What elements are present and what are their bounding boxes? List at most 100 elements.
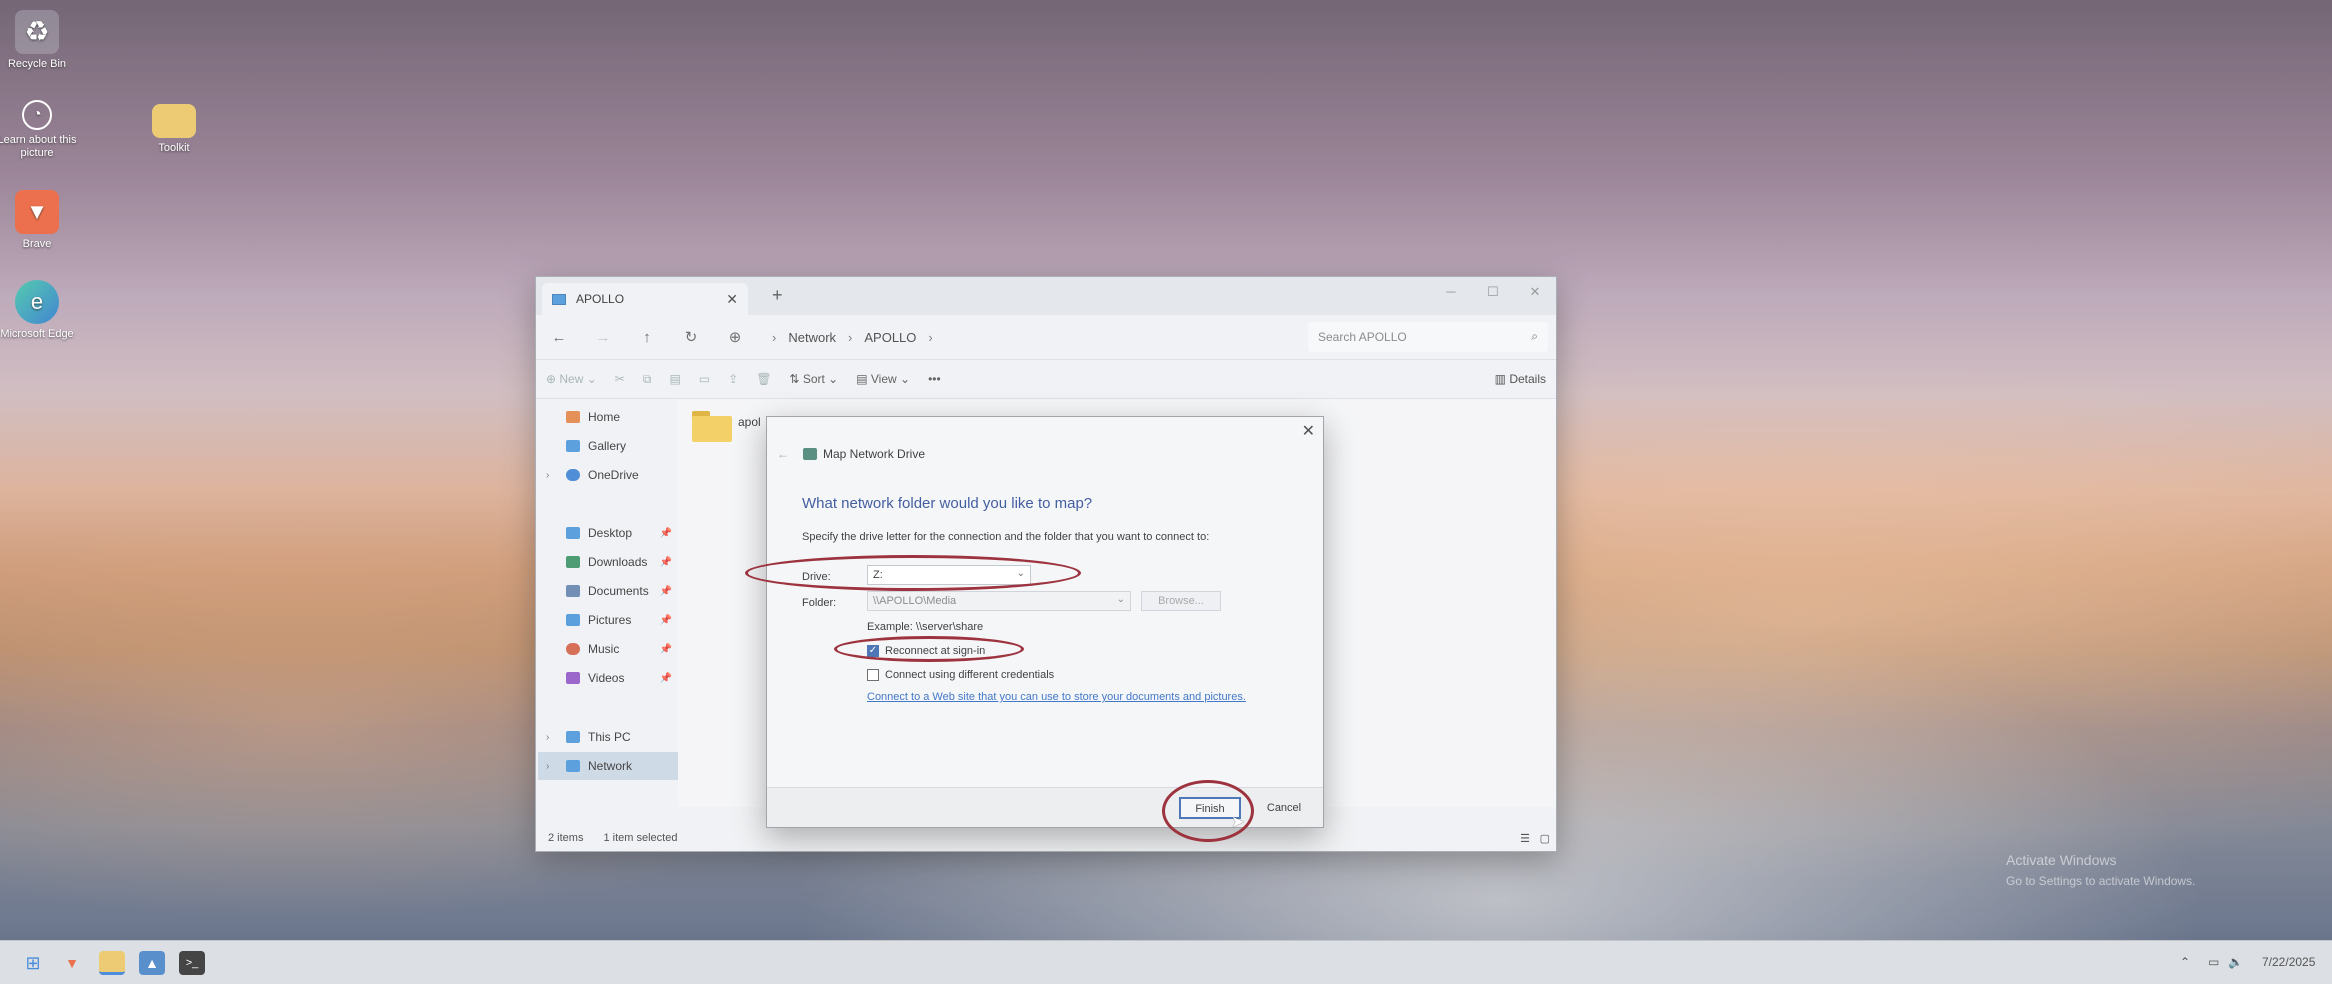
cloud-icon [566,469,580,481]
network-icon [566,760,580,772]
sidebar-item-music[interactable]: Music 📌 [538,635,678,663]
folder-icon[interactable] [692,409,732,443]
recycle-bin-icon: ♻ [15,10,59,54]
music-icon [566,643,580,655]
forward-arrow-icon[interactable]: → [588,329,618,346]
paste-icon[interactable]: ▤ [669,372,680,386]
browse-button[interactable]: Browse... [1141,591,1221,611]
sidebar-item-network[interactable]: › Network [538,752,678,780]
sidebar-item-documents[interactable]: Documents 📌 [538,577,678,605]
chevron-right-icon: › [928,329,933,345]
sidebar-item-desktop[interactable]: Desktop 📌 [538,519,678,547]
network-tray-icon[interactable]: ▭ [2208,955,2219,969]
brave-taskbar-icon[interactable]: ▼ [59,951,85,975]
pin-icon: 📌 [659,527,672,539]
more-options-icon[interactable]: ••• [928,372,941,386]
sidebar-item-home[interactable]: Home [538,403,678,431]
sort-button[interactable]: ⇅ Sort ⌄ [789,372,838,386]
close-window-button[interactable]: ✕ [1514,277,1556,307]
tiles-view-icon[interactable]: ▢ [1540,832,1550,845]
sidebar-item-onedrive[interactable]: › OneDrive [538,461,678,489]
start-windows-icon[interactable]: ⊞ [20,951,46,975]
pin-icon: 📌 [659,556,672,568]
details-button[interactable]: ▥ Details [1495,372,1546,386]
dialog-header: ← Map Network Drive [777,447,925,461]
web-site-link[interactable]: Connect to a Web site that you can use t… [867,691,1246,703]
example-text: Example: \\server\share [867,621,984,633]
copy-icon[interactable]: ⧉ [643,372,652,387]
folder-input[interactable]: \\APOLLO\Media ⌄ [867,591,1131,611]
sidebar-item-downloads[interactable]: Downloads 📌 [538,548,678,576]
desktop-icon-edge[interactable]: e Microsoft Edge [0,280,77,341]
sidebar-item-gallery[interactable]: Gallery [538,432,678,460]
pin-icon: 📌 [659,585,672,597]
desktop-icon-toolkit[interactable]: Toolkit [134,100,214,155]
desktop-icon-brave[interactable]: ▼ Brave [0,190,77,251]
folder-label: Folder: [802,597,837,609]
view-button[interactable]: ▤ View ⌄ [856,372,910,386]
rename-icon[interactable]: ▭ [699,372,710,386]
photos-taskbar-icon[interactable]: ▲ [139,951,165,975]
new-tab-button[interactable]: + [772,285,783,306]
breadcrumb-apollo[interactable]: APOLLO [864,330,916,345]
tab-apollo[interactable]: APOLLO ✕ [542,283,748,315]
cut-icon[interactable]: ✂ [615,372,625,386]
desktop-icon-learn-picture[interactable]: ◔ Learn about this picture [0,100,77,160]
activation-watermark-title: Activate Windows [2006,852,2117,868]
desktop-icon [566,527,580,539]
dialog-title: Map Network Drive [823,447,926,461]
list-view-icon[interactable]: ☰ [1520,832,1530,845]
navigation-pane: Home Gallery › OneDrive Desktop 📌 Download… [536,399,678,807]
refresh-icon[interactable]: ↻ [676,328,706,346]
delete-icon[interactable]: 🗑 [756,372,771,386]
navigation-bar: ← → ↑ ↻ ⊕ › Network › APOLLO › Search AP… [536,315,1556,359]
chevron-right-icon: › [772,329,777,345]
title-bar: APOLLO ✕ + ─ ☐ ✕ [536,277,1556,315]
annotation-reconnect-ellipse [834,636,1024,662]
status-bar: 2 items 1 item selected ☰ ▢ [536,825,1556,851]
clock-date[interactable]: 7/22/2025 [2262,955,2315,969]
taskbar: ⊞ ▼ ▲ >_ ⌃ ▭ 🔈 7/22/2025 [0,940,2332,984]
breadcrumb-network[interactable]: Network [788,330,836,345]
minimize-button[interactable]: ─ [1430,277,1472,307]
volume-icon[interactable]: 🔈 [2228,955,2243,969]
camera-info-icon: ◔ [22,100,52,130]
cancel-button[interactable]: Cancel [1253,797,1315,819]
up-arrow-icon[interactable]: ↑ [632,329,662,346]
dialog-heading: What network folder would you like to ma… [802,495,1093,512]
documents-icon [566,585,580,597]
back-arrow-icon[interactable]: ← [777,447,789,461]
chevron-right-icon[interactable]: › [546,470,549,481]
sidebar-item-videos[interactable]: Videos 📌 [538,664,678,692]
different-credentials-checkbox[interactable]: Connect using different credentials [867,669,1054,681]
chevron-right-icon[interactable]: › [546,732,549,743]
map-network-drive-dialog: ✕ ← Map Network Drive What network folde… [766,416,1324,828]
desktop-icon-recycle-bin[interactable]: ♻ Recycle Bin [0,10,77,71]
file-explorer-taskbar-icon[interactable] [99,951,125,975]
back-arrow-icon[interactable]: ← [544,329,574,346]
folder-item-label[interactable]: apol [738,415,761,429]
folder-icon [152,104,196,138]
pin-icon: 📌 [659,672,672,684]
edge-icon: e [15,280,59,324]
chevron-right-icon: › [848,329,853,345]
checkbox-unchecked[interactable] [867,669,879,681]
brave-icon: ▼ [15,190,59,234]
pictures-icon [566,614,580,626]
network-drive-icon [552,293,566,305]
maximize-button[interactable]: ☐ [1472,277,1514,307]
terminal-taskbar-icon[interactable]: >_ [179,951,205,975]
new-button[interactable]: ⊕ New ⌄ [546,372,597,386]
share-icon[interactable]: ⇪ [728,372,738,386]
sidebar-item-this-pc[interactable]: › This PC [538,723,678,751]
activation-watermark-text: Go to Settings to activate Windows. [2006,874,2196,888]
search-input[interactable]: Search APOLLO ⌕ [1308,322,1548,352]
chevron-right-icon[interactable]: › [546,761,549,772]
command-bar: ⊕ New ⌄ ✂ ⧉ ▤ ▭ ⇪ 🗑 ⇅ Sort ⌄ ▤ View ⌄ ••… [536,359,1556,399]
chevron-up-icon[interactable]: ⌃ [2180,955,2190,969]
close-tab-icon[interactable]: ✕ [726,291,738,308]
item-count: 2 items [548,832,584,844]
selection-count: 1 item selected [603,832,678,844]
sidebar-item-pictures[interactable]: Pictures 📌 [538,606,678,634]
close-dialog-button[interactable]: ✕ [1302,421,1315,441]
